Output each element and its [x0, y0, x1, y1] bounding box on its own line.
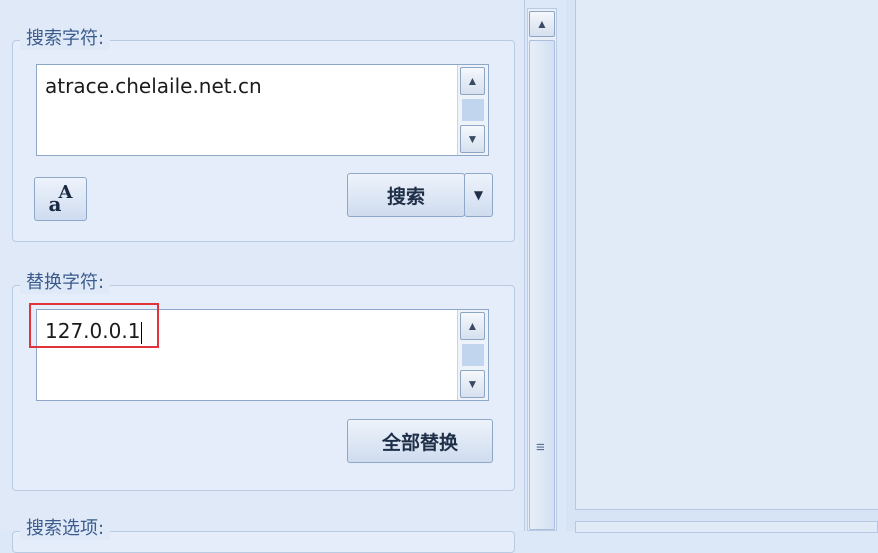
search-button[interactable]: 搜索	[347, 173, 465, 217]
options-group-title: 搜索选项:	[20, 514, 111, 540]
annotation-highlight-box	[29, 303, 159, 348]
panel-scroll-up-button[interactable]: ▲	[529, 11, 555, 37]
search-group-title: 搜索字符:	[20, 24, 111, 50]
font-size-icon: a A	[46, 182, 76, 216]
search-button-label: 搜索	[386, 185, 425, 208]
search-input[interactable]: atrace.chelaile.net.cn ▲ ▼	[36, 64, 489, 156]
results-panel	[575, 0, 878, 510]
scroll-up-button[interactable]: ▲	[460, 312, 485, 340]
replace-group-title: 替换字符:	[20, 268, 111, 294]
arrow-up-icon: ▲	[466, 74, 479, 88]
font-size-button[interactable]: a A	[34, 177, 87, 221]
scroll-thumb[interactable]	[462, 344, 484, 366]
arrow-up-icon: ▲	[466, 319, 479, 333]
replace-all-button[interactable]: 全部替换	[347, 419, 493, 463]
search-input-value: atrace.chelaile.net.cn	[45, 74, 262, 98]
panel-scrollbar[interactable]: ▲ ≡	[527, 8, 557, 531]
arrow-down-icon: ▼	[466, 377, 479, 391]
arrow-up-icon: ▲	[536, 17, 548, 31]
chevron-down-icon: ▼	[473, 188, 484, 202]
arrow-down-icon: ▼	[466, 132, 479, 146]
find-replace-panel: 搜索字符: atrace.chelaile.net.cn ▲ ▼ a A 搜索 …	[0, 0, 525, 553]
font-size-icon-large: A	[58, 182, 73, 203]
panel-scroll-thumb[interactable]: ≡	[529, 40, 555, 530]
scroll-down-button[interactable]: ▼	[460, 370, 485, 398]
replace-input-scrollbar[interactable]: ▲ ▼	[457, 310, 488, 400]
replace-all-button-label: 全部替换	[381, 431, 458, 454]
scroll-thumb[interactable]	[462, 99, 484, 121]
search-input-scrollbar[interactable]: ▲ ▼	[457, 65, 488, 155]
grip-icon: ≡	[536, 439, 545, 456]
search-dropdown-button[interactable]: ▼	[464, 173, 493, 217]
secondary-panel	[575, 521, 878, 533]
scroll-up-button[interactable]: ▲	[460, 67, 485, 95]
scroll-down-button[interactable]: ▼	[460, 125, 485, 153]
